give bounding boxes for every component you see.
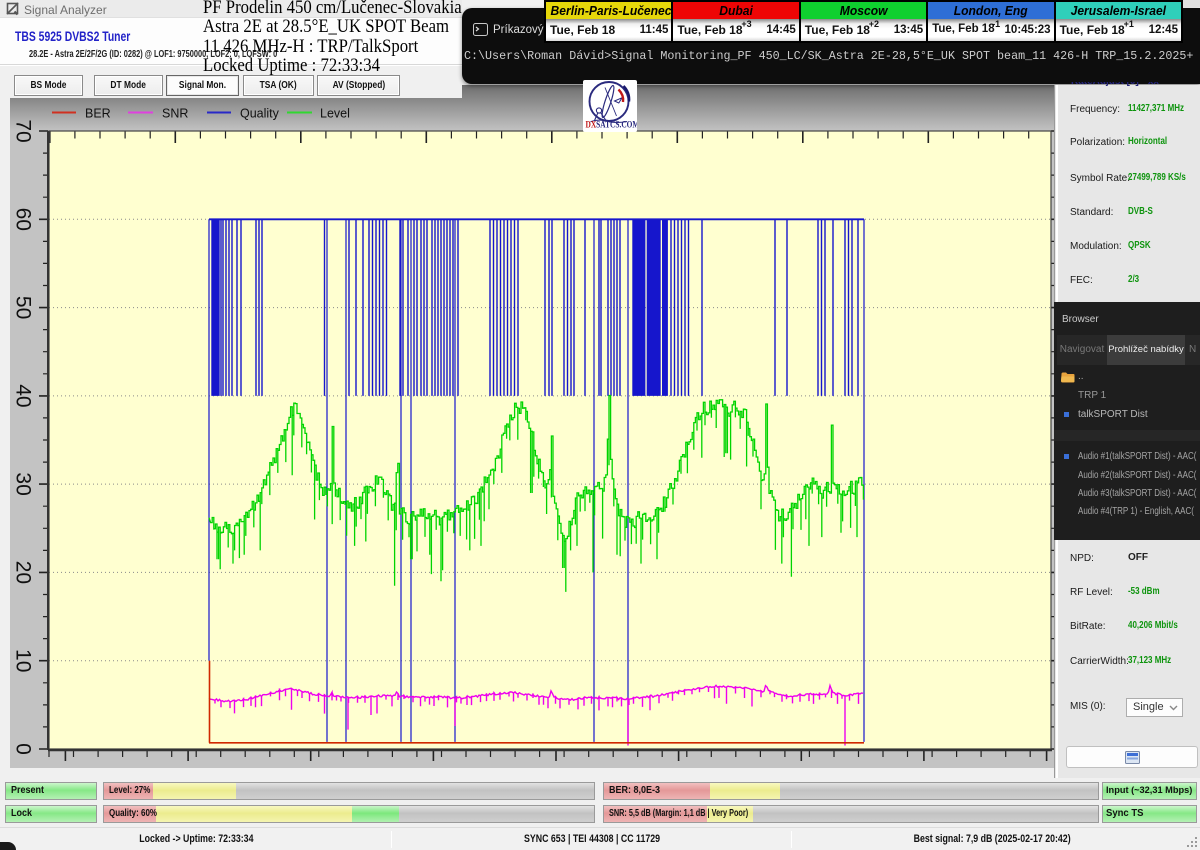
- svg-text:50: 50: [12, 296, 35, 319]
- svg-text:10: 10: [12, 649, 35, 672]
- svg-text:DXSATCS.COM: DXSATCS.COM: [586, 119, 638, 130]
- svg-text:20: 20: [12, 561, 35, 584]
- svg-text:70: 70: [12, 119, 35, 142]
- svg-text:SNR: SNR: [162, 107, 188, 121]
- svg-text:60: 60: [12, 208, 35, 231]
- svg-text:40: 40: [12, 384, 35, 407]
- svg-text:0: 0: [12, 743, 35, 755]
- svg-text:Level: Level: [320, 107, 350, 121]
- svg-text:BER: BER: [85, 107, 111, 121]
- svg-text:30: 30: [12, 472, 35, 495]
- svg-text:Quality: Quality: [240, 107, 280, 121]
